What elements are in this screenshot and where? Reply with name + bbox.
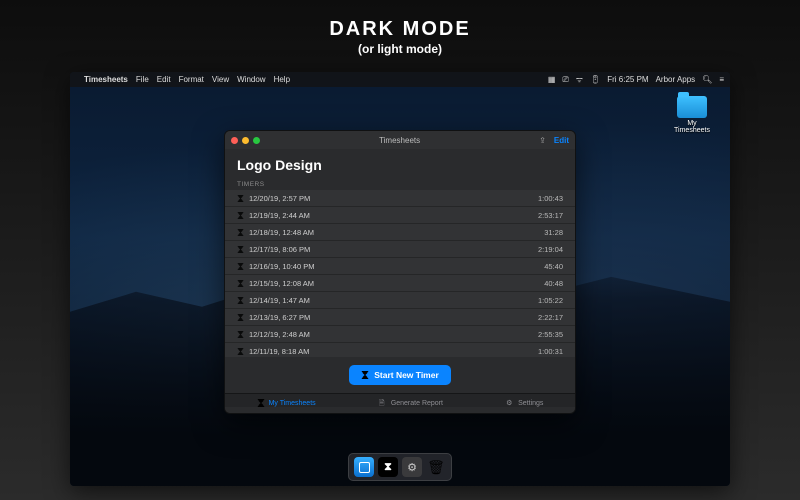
timer-list[interactable]: 12/20/19, 2:57 PM 1:00:43 12/19/19, 2:44 A… — [225, 190, 575, 357]
title-bar[interactable]: Timesheets ⇪ Edit — [225, 131, 575, 149]
timer-row[interactable]: 12/11/19, 8:18 AM 1:00:31 — [225, 343, 575, 357]
timer-row[interactable]: 12/18/19, 12:48 AM 31:28 — [225, 224, 575, 241]
timer-row[interactable]: 12/17/19, 8:06 PM 2:19:04 — [225, 241, 575, 258]
edit-button[interactable]: Edit — [554, 136, 569, 145]
hourglass-icon — [237, 331, 244, 338]
desktop-folder-label: My Timesheets — [672, 120, 712, 134]
timer-row[interactable]: 12/16/19, 10:40 PM 45:40 — [225, 258, 575, 275]
timer-duration: 2:55:35 — [538, 330, 563, 339]
menu-bar: Timesheets File Edit Format View Window … — [70, 72, 730, 87]
desktop-screen: Timesheets File Edit Format View Window … — [70, 72, 730, 486]
timer-row[interactable]: 12/14/19, 1:47 AM 1:05:22 — [225, 292, 575, 309]
timer-row[interactable]: 12/20/19, 2:57 PM 1:00:43 — [225, 190, 575, 207]
gear-icon: ⚙ — [506, 399, 514, 407]
status-battery-icon[interactable]: 🔋︎ — [590, 75, 600, 84]
minimize-button[interactable] — [242, 137, 249, 144]
status-search-icon[interactable]: 🔍︎ — [702, 75, 712, 84]
tab-label: Settings — [518, 400, 543, 407]
timer-duration: 2:19:04 — [538, 245, 563, 254]
dock-system-prefs[interactable] — [402, 457, 422, 477]
tab-settings[interactable]: ⚙ Settings — [506, 399, 543, 407]
start-new-timer-label: Start New Timer — [374, 370, 439, 380]
timers-section-label: TIMERS — [225, 177, 575, 190]
status-siri-icon[interactable]: ≡ — [719, 75, 724, 84]
bottom-tabs: My Timesheets 🗎︎ Generate Report ⚙ Settings — [225, 393, 575, 407]
close-button[interactable] — [231, 137, 238, 144]
timer-date: 12/19/19, 2:44 AM — [249, 211, 310, 220]
timer-row[interactable]: 12/19/19, 2:44 AM 2:53:17 — [225, 207, 575, 224]
hero-subtitle: (or light mode) — [0, 42, 800, 56]
desktop-folder[interactable]: My Timesheets — [672, 96, 712, 134]
hourglass-icon — [237, 212, 244, 219]
hourglass-icon — [237, 195, 244, 202]
status-user[interactable]: Arbor Apps — [656, 75, 696, 84]
tab-generate-report[interactable]: 🗎︎ Generate Report — [379, 399, 443, 407]
hero-title: DARK MODE — [0, 18, 800, 41]
timer-date: 12/13/19, 6:27 PM — [249, 313, 310, 322]
dock-finder[interactable] — [354, 457, 374, 477]
status-wifi-icon[interactable]: ᯤ — [576, 74, 583, 85]
dock-trash[interactable] — [426, 457, 446, 477]
traffic-lights — [231, 137, 260, 144]
timer-date: 12/16/19, 10:40 PM — [249, 262, 314, 271]
timesheets-window: Timesheets ⇪ Edit Logo Design TIMERS 12/… — [224, 130, 576, 414]
menu-item-window[interactable]: Window — [237, 75, 265, 84]
share-button[interactable]: ⇪ — [539, 136, 546, 145]
dock: ⧗ — [348, 453, 452, 481]
timer-date: 12/11/19, 8:18 AM — [249, 347, 309, 356]
timer-date: 12/18/19, 12:48 AM — [249, 228, 314, 237]
hourglass-icon — [361, 371, 369, 379]
document-icon: 🗎︎ — [379, 399, 387, 407]
hourglass-icon — [237, 280, 244, 287]
menu-app-name[interactable]: Timesheets — [84, 75, 128, 84]
timer-duration: 31:28 — [544, 228, 563, 237]
tab-my-timesheets[interactable]: My Timesheets — [257, 399, 316, 407]
timer-duration: 2:22:17 — [538, 313, 563, 322]
timer-date: 12/14/19, 1:47 AM — [249, 296, 310, 305]
timer-duration: 1:05:22 — [538, 296, 563, 305]
timer-row[interactable]: 12/15/19, 12:08 AM 40:48 — [225, 275, 575, 292]
menu-item-view[interactable]: View — [212, 75, 229, 84]
hourglass-icon — [237, 263, 244, 270]
timer-date: 12/15/19, 12:08 AM — [249, 279, 314, 288]
timer-duration: 1:00:31 — [538, 347, 563, 356]
hourglass-icon — [257, 399, 265, 407]
timer-row[interactable]: 12/13/19, 6:27 PM 2:22:17 — [225, 309, 575, 326]
menu-item-edit[interactable]: Edit — [157, 75, 171, 84]
menu-item-help[interactable]: Help — [274, 75, 290, 84]
timer-duration: 1:00:43 — [538, 194, 563, 203]
timer-date: 12/20/19, 2:57 PM — [249, 194, 310, 203]
menu-item-file[interactable]: File — [136, 75, 149, 84]
hourglass-icon — [237, 229, 244, 236]
dock-timesheets[interactable]: ⧗ — [378, 457, 398, 477]
timer-duration: 2:53:17 — [538, 211, 563, 220]
zoom-button[interactable] — [253, 137, 260, 144]
tab-label: My Timesheets — [269, 400, 316, 407]
hourglass-icon — [237, 246, 244, 253]
status-display-icon[interactable]: ⎚ — [562, 75, 568, 85]
hourglass-icon — [237, 314, 244, 321]
timer-duration: 45:40 — [544, 262, 563, 271]
tab-label: Generate Report — [391, 400, 443, 407]
timer-date: 12/12/19, 2:48 AM — [249, 330, 310, 339]
status-clock[interactable]: Fri 6:25 PM — [607, 75, 648, 84]
hourglass-icon — [237, 348, 244, 355]
folder-icon — [677, 96, 707, 118]
timer-row[interactable]: 12/12/19, 2:48 AM 2:55:35 — [225, 326, 575, 343]
project-title: Logo Design — [237, 157, 563, 173]
hourglass-icon — [237, 297, 244, 304]
start-new-timer-button[interactable]: Start New Timer — [349, 365, 451, 385]
window-title: Timesheets — [260, 136, 539, 145]
status-icon-a[interactable]: ▦ — [548, 75, 556, 84]
menu-item-format[interactable]: Format — [179, 75, 204, 84]
timer-date: 12/17/19, 8:06 PM — [249, 245, 310, 254]
timer-duration: 40:48 — [544, 279, 563, 288]
